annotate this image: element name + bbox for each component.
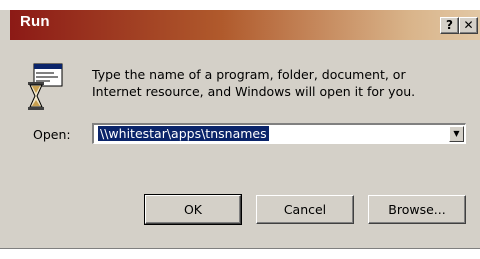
window-frame-top	[0, 0, 480, 10]
dropdown-button[interactable]: ▼	[449, 126, 464, 142]
open-label: Open:	[33, 127, 71, 142]
instruction-line-2: Internet resource, and Windows will open…	[92, 84, 416, 99]
browse-button[interactable]: Browse...	[368, 195, 466, 224]
cancel-button[interactable]: Cancel	[256, 195, 354, 224]
title-bar[interactable]	[10, 10, 480, 40]
open-input-value[interactable]: \\whitestar\apps\tnsnames	[98, 126, 269, 141]
instruction-text: Type the name of a program, folder, docu…	[92, 66, 472, 100]
help-button[interactable]: ?	[440, 17, 459, 34]
window-frame-left	[0, 0, 10, 258]
run-hourglass-window-icon	[28, 63, 63, 110]
ok-button[interactable]: OK	[144, 194, 242, 225]
chevron-down-icon: ▼	[453, 129, 460, 138]
window-frame-bottom	[0, 248, 480, 259]
window-title: Run	[20, 13, 50, 30]
help-icon: ?	[446, 18, 453, 32]
close-icon: ✕	[463, 18, 474, 32]
open-combobox[interactable]: \\whitestar\apps\tnsnames ▼	[92, 123, 466, 144]
close-button[interactable]: ✕	[459, 17, 478, 34]
instruction-line-1: Type the name of a program, folder, docu…	[92, 67, 406, 82]
